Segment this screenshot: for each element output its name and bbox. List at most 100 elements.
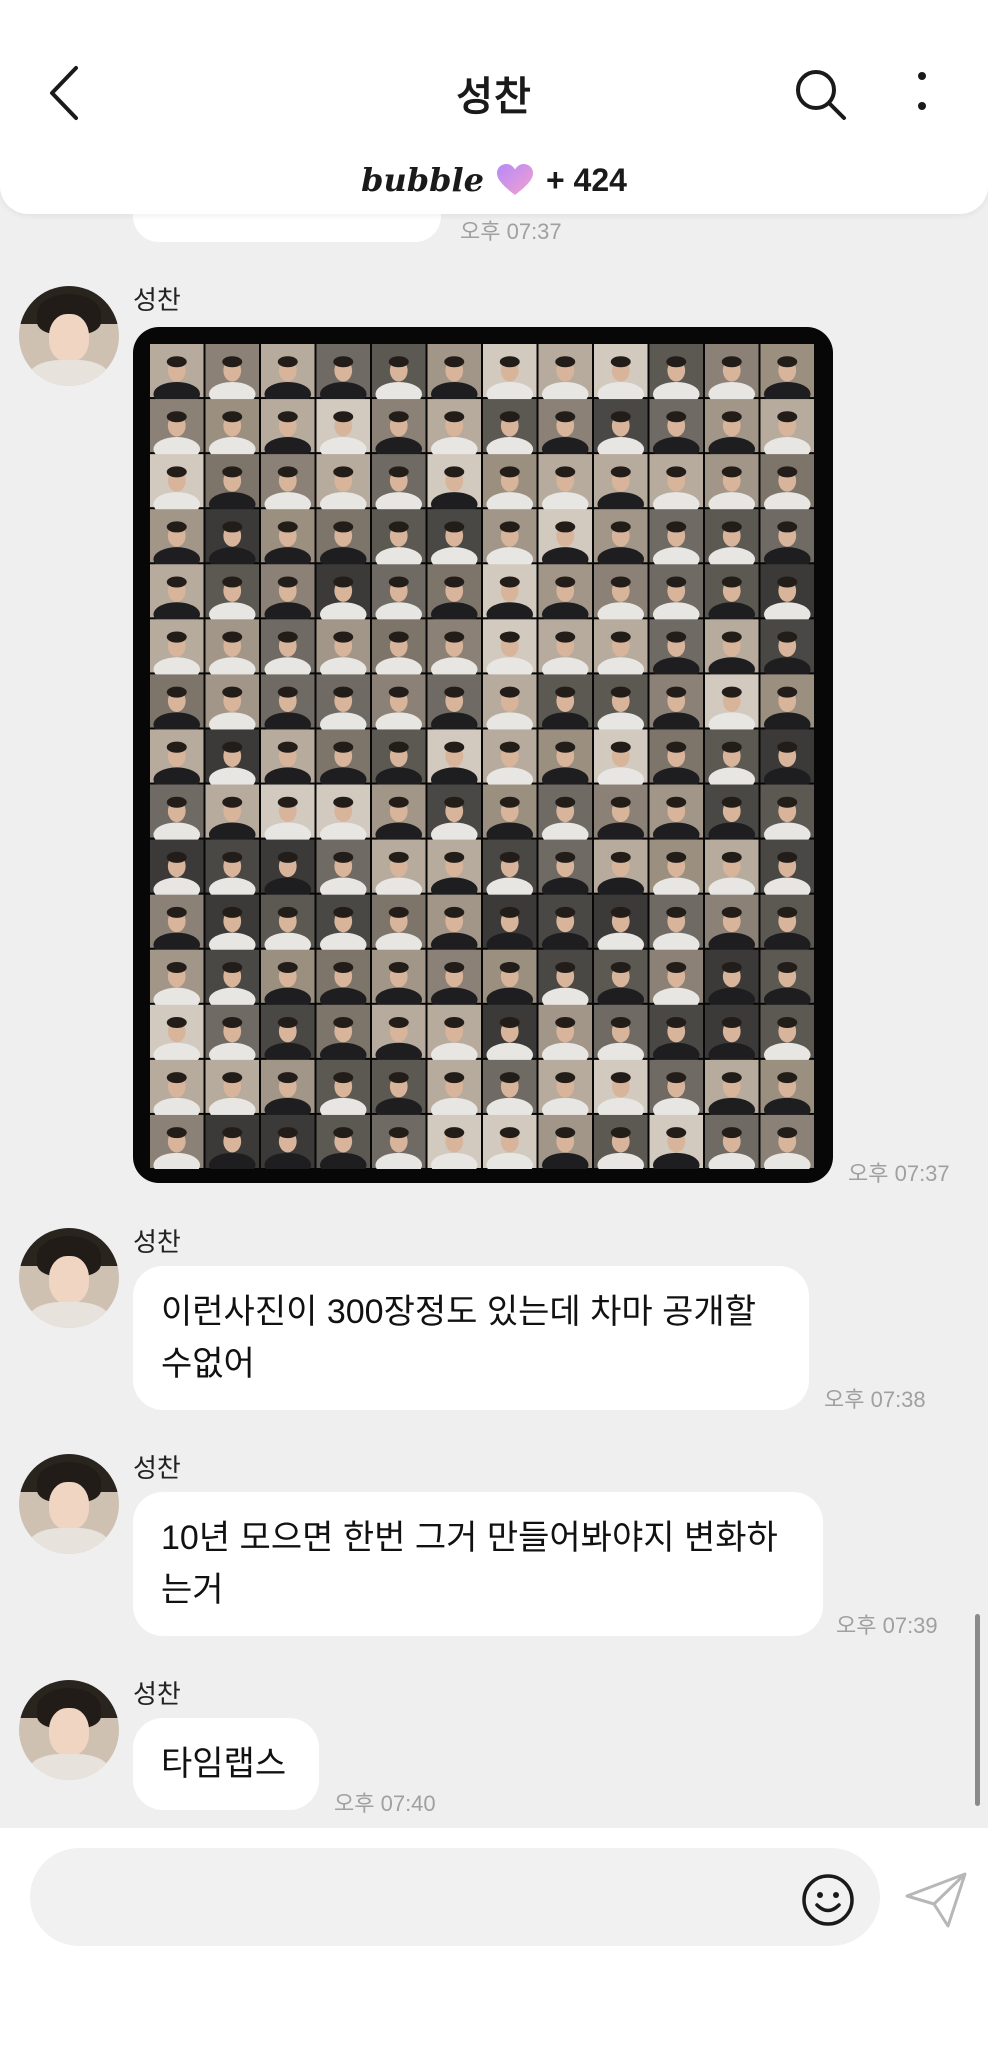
avatar[interactable] — [19, 1228, 119, 1328]
thumbnail — [427, 949, 481, 1012]
avatar[interactable] — [19, 286, 119, 386]
thumbnail — [316, 509, 370, 572]
thumbnail — [427, 454, 481, 517]
thumbnail — [483, 894, 537, 957]
message-bubble[interactable]: 이런사진이 300장정도 있는데 차마 공개할 수없어 — [133, 1266, 809, 1410]
thumbnail — [316, 344, 370, 407]
thumbnail — [649, 894, 703, 957]
thumbnail — [205, 1004, 259, 1067]
thumbnail — [427, 619, 481, 682]
thumbnail — [538, 564, 592, 627]
bubble-subscription[interactable]: bubble + 424 — [0, 160, 988, 200]
thumbnail — [427, 564, 481, 627]
thumbnail — [150, 894, 204, 957]
thumbnail — [372, 784, 426, 847]
message-text-line: 는거 — [161, 1571, 224, 1609]
thumbnail — [538, 1004, 592, 1067]
thumbnail — [538, 619, 592, 682]
thumbnail — [205, 839, 259, 902]
avatar[interactable] — [19, 1680, 119, 1780]
thumbnail — [760, 894, 814, 957]
thumbnail — [649, 1059, 703, 1123]
thumbnail — [316, 1004, 370, 1067]
thumbnail — [649, 619, 703, 682]
thumbnail — [427, 1004, 481, 1067]
thumbnail — [483, 1059, 537, 1123]
thumbnail — [205, 344, 259, 407]
thumbnail — [483, 674, 537, 737]
thumbnail — [538, 729, 592, 792]
thumbnail — [261, 949, 315, 1012]
thumbnail — [150, 1004, 204, 1067]
thumbnail — [205, 784, 259, 847]
thumbnail — [649, 839, 703, 902]
thumbnail — [372, 1059, 426, 1123]
thumbnail — [205, 674, 259, 737]
more-vertical-icon — [918, 72, 926, 110]
thumbnail — [150, 674, 204, 737]
thumbnail — [483, 564, 537, 627]
thumbnail — [594, 1004, 648, 1067]
thumbnail — [483, 454, 537, 517]
avatar[interactable] — [19, 1454, 119, 1554]
thumbnail — [316, 674, 370, 737]
thumbnail — [760, 399, 814, 462]
thumbnail — [261, 399, 315, 462]
thumbnail — [150, 619, 204, 682]
thumbnail — [705, 1004, 759, 1067]
thumbnail — [760, 454, 814, 517]
message-bubble[interactable]: 타임랩스 — [133, 1718, 319, 1810]
search-button[interactable] — [792, 66, 848, 122]
thumbnail — [705, 784, 759, 847]
thumbnail — [427, 729, 481, 792]
thumbnail — [594, 454, 648, 517]
thumbnail — [594, 784, 648, 847]
thumbnail — [760, 1114, 814, 1169]
emoji-button[interactable] — [800, 1872, 856, 1928]
thumbnail — [150, 509, 204, 572]
thumbnail — [594, 509, 648, 572]
message-input[interactable] — [30, 1848, 880, 1946]
thumbnail — [372, 839, 426, 902]
thumbnail — [594, 894, 648, 957]
more-options-button[interactable] — [904, 66, 940, 122]
photo-message[interactable] — [133, 327, 833, 1183]
thumbnail — [760, 1004, 814, 1067]
sender-name: 성찬 — [133, 285, 181, 315]
message-bubble[interactable]: 10년 모으면 한번 그거 만들어봐야지 변화하 는거 — [133, 1492, 823, 1636]
message-time: 오후 07:39 — [836, 1613, 938, 1638]
thumbnail — [261, 894, 315, 957]
thumbnail — [760, 784, 814, 847]
thumbnail — [649, 949, 703, 1012]
thumbnail — [594, 674, 648, 737]
thumbnail — [427, 839, 481, 902]
thumbnail — [316, 839, 370, 902]
thumbnail — [205, 729, 259, 792]
thumbnail — [649, 399, 703, 462]
thumbnail — [372, 564, 426, 627]
composer-bar — [0, 1828, 988, 2048]
thumbnail — [427, 1059, 481, 1123]
thumbnail — [261, 1114, 315, 1169]
thumbnail — [594, 399, 648, 462]
search-icon — [796, 70, 846, 120]
thumbnail — [261, 564, 315, 627]
thumbnail — [760, 509, 814, 572]
thumbnail — [372, 399, 426, 462]
thumbnail — [538, 839, 592, 902]
scrollbar[interactable] — [975, 1614, 980, 1806]
send-button[interactable] — [904, 1870, 968, 1930]
thumbnail — [205, 1059, 259, 1123]
thumbnail — [649, 729, 703, 792]
thumbnail — [483, 784, 537, 847]
thumbnail — [594, 729, 648, 792]
thumbnail — [594, 839, 648, 902]
thumbnail — [316, 1114, 370, 1169]
thumbnail — [372, 1114, 426, 1169]
thumbnail — [649, 674, 703, 737]
thumbnail — [705, 1059, 759, 1123]
sender-name: 성찬 — [133, 1679, 181, 1709]
thumbnail — [261, 839, 315, 902]
thumbnail — [649, 344, 703, 407]
thumbnail — [538, 344, 592, 407]
